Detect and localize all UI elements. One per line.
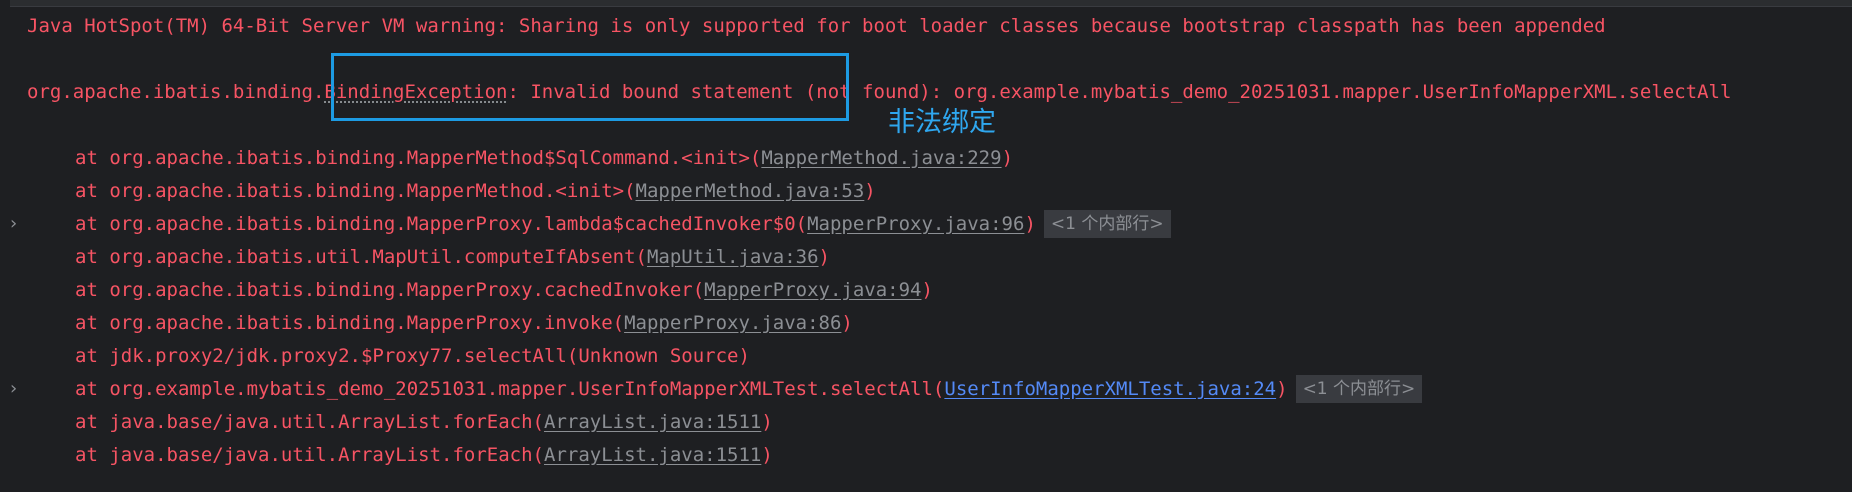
internal-lines-badge[interactable]: <1 个内部行> (1043, 210, 1171, 238)
stack-frame: › at org.apache.ibatis.binding.MapperPro… (0, 209, 1171, 239)
frame-method: at org.apache.ibatis.binding.MapperProxy… (75, 213, 808, 235)
stack-frame: at org.apache.ibatis.binding.MapperMetho… (0, 143, 1013, 173)
frame-source-link[interactable]: MapperMethod.java:53 (636, 180, 865, 202)
chevron-right-icon[interactable]: › (10, 209, 24, 239)
frame-method: at jdk.proxy2/jdk.proxy2.$Proxy77.select… (75, 345, 750, 367)
frame-close: ) (1276, 378, 1288, 400)
frame-close: ) (1001, 147, 1014, 169)
exception-class-link[interactable]: BindingException (324, 81, 507, 103)
frame-source-link[interactable]: MapperProxy.java:96 (807, 213, 1024, 235)
frame-source-link[interactable]: UserInfoMapperXMLTest.java:24 (944, 378, 1276, 400)
frame-source-link[interactable]: MapperProxy.java:86 (624, 312, 841, 334)
console-line-exception: org.apache.ibatis.binding.BindingExcepti… (0, 77, 1731, 107)
frame-source-link[interactable]: MapperProxy.java:94 (704, 279, 921, 301)
frame-source-link[interactable]: MapperMethod.java:229 (761, 147, 1001, 169)
stack-frame: at org.apache.ibatis.binding.MapperMetho… (0, 176, 876, 206)
frame-source-link[interactable]: ArrayList.java:1511 (544, 411, 761, 433)
frame-source-link[interactable]: MapUtil.java:36 (647, 246, 819, 268)
console-top-border (10, 0, 1852, 7)
exception-message: : Invalid bound statement (not found): o… (507, 81, 1732, 103)
frame-method: at org.apache.ibatis.binding.MapperProxy… (75, 279, 705, 301)
warning-text: Java HotSpot(TM) 64-Bit Server VM warnin… (27, 15, 1606, 37)
chevron-right-icon[interactable]: › (10, 374, 24, 404)
frame-method: at org.apache.ibatis.binding.MapperMetho… (75, 180, 636, 202)
frame-method: at java.base/java.util.ArrayList.forEach… (75, 411, 544, 433)
frame-close: ) (841, 312, 853, 334)
stack-frame: at org.apache.ibatis.binding.MapperProxy… (0, 308, 853, 338)
frame-close: ) (921, 279, 933, 301)
frame-close: ) (1024, 213, 1036, 235)
stack-frame: at jdk.proxy2/jdk.proxy2.$Proxy77.select… (0, 341, 750, 371)
stack-frame: at java.base/java.util.ArrayList.forEach… (0, 440, 773, 470)
run-console: Java HotSpot(TM) 64-Bit Server VM warnin… (0, 0, 1852, 492)
frame-method: at org.example.mybatis_demo_20251031.map… (75, 378, 945, 400)
frame-close: ) (761, 411, 773, 433)
stack-frame: at org.apache.ibatis.util.MapUtil.comput… (0, 242, 830, 272)
frame-method: at java.base/java.util.ArrayList.forEach… (75, 444, 544, 466)
frame-method: at org.apache.ibatis.binding.MapperProxy… (75, 312, 625, 334)
frame-close: ) (864, 180, 876, 202)
frame-method: at org.apache.ibatis.binding.MapperMetho… (75, 147, 762, 169)
internal-lines-badge[interactable]: <1 个内部行> (1295, 375, 1423, 403)
annotation-label: 非法绑定 (888, 107, 996, 138)
frame-close: ) (818, 246, 830, 268)
frame-method: at org.apache.ibatis.util.MapUtil.comput… (75, 246, 647, 268)
stack-frame: at java.base/java.util.ArrayList.forEach… (0, 407, 773, 437)
frame-source-link[interactable]: ArrayList.java:1511 (544, 444, 761, 466)
stack-frame: › at org.example.mybatis_demo_20251031.m… (0, 374, 1423, 404)
exception-package: org.apache.ibatis.binding. (27, 81, 325, 103)
stack-frame: at org.apache.ibatis.binding.MapperProxy… (0, 275, 933, 305)
console-line-warning: Java HotSpot(TM) 64-Bit Server VM warnin… (0, 11, 1606, 41)
frame-close: ) (761, 444, 773, 466)
